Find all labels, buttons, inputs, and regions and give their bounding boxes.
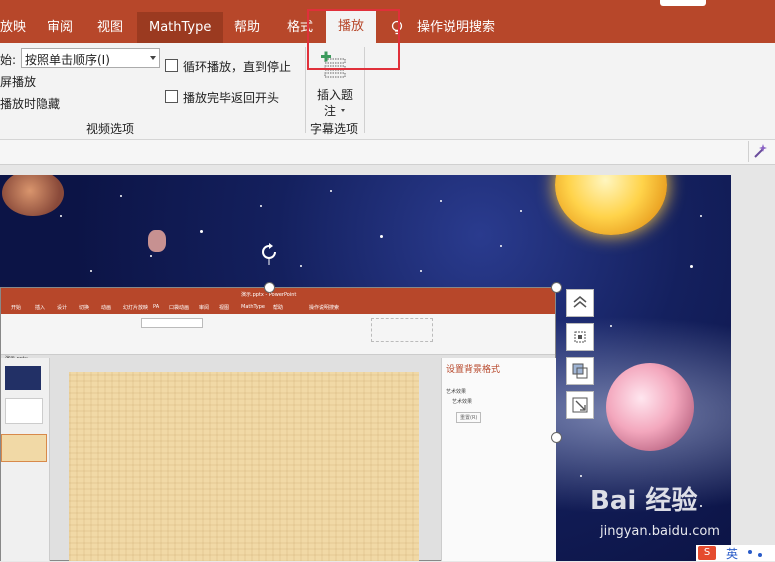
inner-tab: 视图 bbox=[219, 305, 230, 311]
inner-tab: 审阅 bbox=[199, 305, 210, 311]
chevron-down-icon bbox=[150, 56, 156, 60]
inner-tab: 切换 bbox=[79, 305, 90, 311]
star bbox=[700, 215, 702, 217]
star bbox=[200, 230, 203, 233]
layout-options-button[interactable] bbox=[566, 289, 594, 317]
inner-tab: 设计 bbox=[57, 305, 68, 311]
star bbox=[300, 265, 302, 267]
inner-tab: 开始 bbox=[11, 305, 22, 311]
hide-when-not-playing-option[interactable]: 播放时隐藏 bbox=[0, 95, 60, 112]
resize-diagonal-icon bbox=[572, 397, 588, 413]
baidu-watermark: Bai 经验 jingyan.baidu.com bbox=[590, 480, 730, 539]
ime-punct-icon bbox=[748, 550, 752, 554]
star bbox=[520, 210, 522, 212]
star bbox=[440, 200, 442, 202]
star bbox=[90, 270, 92, 272]
inner-tab: 口袋动画 bbox=[169, 305, 190, 311]
ime-logo: S bbox=[698, 546, 716, 560]
star bbox=[330, 190, 332, 192]
loop-label: 循环播放，直到停止 bbox=[183, 60, 292, 74]
inner-thumbnail bbox=[5, 398, 43, 424]
asteroid-image bbox=[148, 230, 166, 252]
star bbox=[610, 325, 612, 327]
fullscreen-option[interactable]: 屏播放 bbox=[0, 73, 36, 90]
inner-tab: MathType bbox=[241, 304, 265, 310]
inner-format-background-pane: 设置背景格式 艺术效果 艺术效果 重置(R) bbox=[441, 358, 556, 561]
crop-icon bbox=[574, 331, 586, 343]
rotate-handle-icon[interactable] bbox=[260, 243, 280, 265]
inner-pane-section: 艺术效果 bbox=[446, 389, 467, 395]
inner-thumbnail bbox=[5, 366, 41, 390]
resize-handle[interactable] bbox=[551, 432, 562, 443]
rewind-checkbox[interactable] bbox=[165, 90, 178, 103]
watermark-url: jingyan.baidu.com bbox=[600, 524, 720, 539]
ime-toolbar[interactable]: S 英 bbox=[696, 545, 775, 561]
inner-pane-reset: 重置(R) bbox=[456, 412, 482, 423]
watermark-brand: Bai 经验 bbox=[590, 486, 698, 516]
style-button[interactable] bbox=[566, 357, 594, 385]
star bbox=[380, 235, 383, 238]
inner-tab: 操作说明搜索 bbox=[309, 305, 340, 311]
pink-planet-image bbox=[606, 363, 694, 451]
inner-tab: 插入 bbox=[35, 305, 46, 311]
star bbox=[580, 475, 582, 477]
inner-tab-bar: 开始 插入 设计 切换 动画 幻灯片放映 PA 口袋动画 审阅 视图 MathT… bbox=[1, 302, 555, 314]
tab-review[interactable]: 审阅 bbox=[47, 12, 73, 43]
inner-shapes-gallery bbox=[371, 318, 433, 342]
inner-pane-title: 设置背景格式 bbox=[446, 365, 501, 375]
ime-mode-label: 英 bbox=[726, 547, 739, 561]
star bbox=[420, 270, 422, 272]
resize-handle[interactable] bbox=[264, 282, 275, 293]
star bbox=[120, 195, 122, 197]
start-label: 始: bbox=[0, 53, 17, 67]
tab-mathtype[interactable]: MathType bbox=[137, 12, 224, 43]
start-dropdown[interactable]: 按照单击顺序(I) bbox=[21, 48, 160, 68]
resize-button[interactable] bbox=[566, 391, 594, 419]
planet-image bbox=[2, 175, 64, 216]
sun-image bbox=[555, 175, 667, 235]
start-dropdown-value: 按照单击顺序(I) bbox=[25, 53, 110, 67]
inner-tab: 动画 bbox=[101, 305, 112, 311]
tab-slideshow[interactable]: 放映 bbox=[0, 12, 26, 43]
tab-view[interactable]: 视图 bbox=[97, 12, 123, 43]
inner-thumbnail-pane bbox=[1, 358, 50, 561]
tell-me-search[interactable]: 操作说明搜索 bbox=[417, 12, 495, 43]
insert-caption-label-2: 注 bbox=[324, 104, 337, 118]
tab-help[interactable]: 帮助 bbox=[234, 12, 260, 43]
chevron-up-icon bbox=[573, 296, 587, 308]
chevron-down-icon bbox=[341, 109, 345, 112]
inner-titlebar: 演示.pptx - PowerPoint bbox=[1, 288, 555, 302]
inner-slide-canvas bbox=[69, 372, 419, 561]
inner-tab: 帮助 bbox=[273, 305, 284, 311]
ime-punct-icon bbox=[758, 553, 762, 557]
star bbox=[150, 255, 152, 257]
annotation-highlight bbox=[307, 9, 400, 70]
inner-tab: PA bbox=[153, 304, 160, 310]
star bbox=[60, 215, 62, 217]
star bbox=[260, 205, 262, 207]
magic-wand-icon bbox=[754, 144, 767, 158]
inner-font-box bbox=[141, 318, 203, 328]
inner-tab: 幻灯片放映 bbox=[123, 305, 149, 311]
inner-pane-item: 艺术效果 bbox=[452, 399, 473, 405]
resize-handle[interactable] bbox=[551, 282, 562, 293]
insert-caption-label: 插入题 bbox=[317, 88, 354, 102]
window-control[interactable] bbox=[660, 0, 706, 6]
group-divider bbox=[305, 47, 306, 133]
rewind-label: 播放完毕返回开头 bbox=[183, 91, 280, 105]
caption-options-group-label: 字幕选项 bbox=[310, 122, 359, 136]
video-options-group-label: 视频选项 bbox=[86, 122, 135, 136]
star bbox=[690, 265, 693, 268]
inner-thumbnail-selected bbox=[1, 434, 47, 462]
ribbon-bottom-strip bbox=[0, 140, 775, 165]
crop-button[interactable] bbox=[566, 323, 594, 351]
picture-style-icon bbox=[572, 363, 588, 379]
loop-checkbox[interactable] bbox=[165, 59, 178, 72]
designer-button[interactable] bbox=[748, 141, 771, 162]
inner-ribbon bbox=[1, 314, 555, 355]
star bbox=[500, 245, 502, 247]
embedded-screenshot[interactable]: 演示.pptx - PowerPoint 开始 插入 设计 切换 动画 幻灯片放… bbox=[0, 287, 556, 561]
